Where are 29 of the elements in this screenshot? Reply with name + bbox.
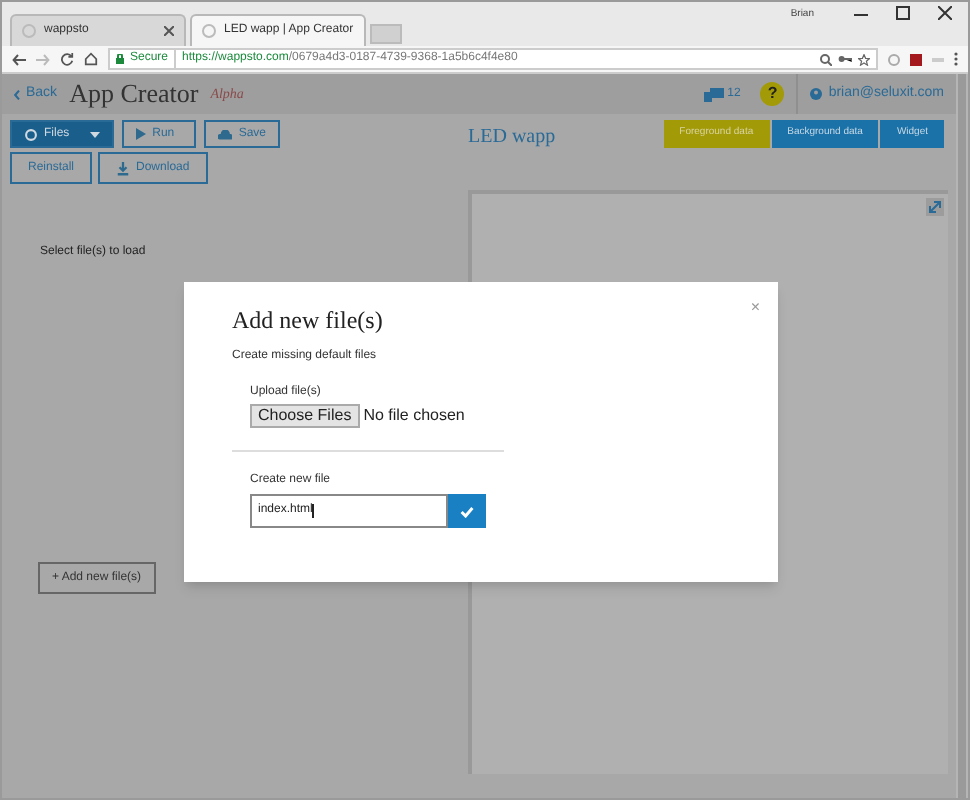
user-icon [810, 88, 823, 100]
play-icon [136, 128, 147, 140]
forward-arrow-icon [36, 53, 50, 65]
app-name: LED wapp [466, 124, 558, 152]
confirm-button[interactable] [448, 494, 486, 528]
download-icon [116, 161, 131, 175]
page-icon [22, 24, 36, 38]
help-button[interactable]: ? [760, 82, 785, 106]
chevron-left-icon [14, 89, 20, 99]
reload-icon[interactable] [60, 52, 74, 66]
pdf-extension-icon[interactable] [910, 53, 922, 65]
app-title: App Creator [69, 76, 199, 113]
dialog-title: Add new file(s) [232, 304, 385, 338]
zoom-icon[interactable] [820, 53, 832, 65]
star-icon[interactable] [858, 53, 870, 65]
close-icon[interactable] [164, 26, 174, 36]
check-icon [460, 505, 474, 517]
choose-files-button[interactable]: Choose Files [250, 404, 360, 428]
lock-icon [116, 54, 124, 64]
close-button[interactable]: × [750, 296, 760, 320]
cloud-icon [218, 129, 233, 139]
close-icon[interactable] [938, 6, 952, 20]
maximize-icon[interactable] [896, 6, 910, 20]
key-icon[interactable] [838, 54, 852, 64]
no-file-text: No file chosen [363, 404, 465, 428]
caret-icon [90, 131, 101, 137]
page-icon [202, 24, 216, 38]
back-arrow-icon[interactable] [12, 53, 26, 65]
home-icon[interactable] [84, 52, 98, 66]
